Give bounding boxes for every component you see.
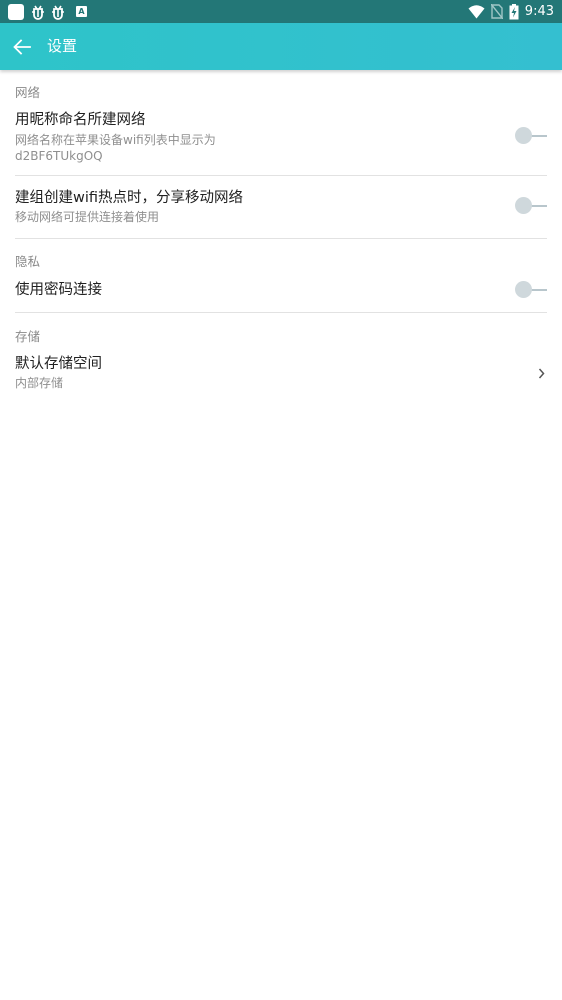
share-mobile-network-toggle[interactable]: [515, 197, 547, 215]
status-bar: A 9:43: [0, 0, 562, 23]
setting-title: 建组创建wifi热点时，分享移动网络: [15, 190, 244, 206]
setting-default-storage[interactable]: 默认存储空间 内部存储: [15, 354, 547, 394]
setting-title: 使用密码连接: [15, 282, 102, 298]
password-connect-toggle[interactable]: [515, 281, 547, 299]
setting-subtitle: 内部存储: [15, 376, 64, 390]
system-icons: 9:43: [462, 2, 554, 21]
app-bar: 设置: [0, 23, 562, 70]
divider: [15, 175, 547, 176]
arrow-left-icon: [13, 39, 31, 55]
divider: [15, 238, 547, 239]
setting-nickname-network[interactable]: 用昵称命名所建网络 网络名称在苹果设备wifi列表中显示为 d2BF6TUkgO…: [15, 110, 547, 172]
toggle-thumb: [515, 281, 532, 298]
back-button[interactable]: [10, 35, 34, 59]
section-header-storage: 存储: [15, 329, 41, 344]
divider: [15, 312, 547, 313]
setting-title: 默认存储空间: [15, 356, 102, 372]
setting-title: 用昵称命名所建网络: [15, 112, 146, 128]
bug-icon: [50, 4, 66, 20]
app-icon: [8, 3, 24, 20]
bug-icon: [30, 4, 46, 20]
toggle-thumb: [515, 127, 532, 144]
a-icon: A: [76, 6, 87, 17]
setting-subtitle: 移动网络可提供连接着使用: [15, 210, 160, 224]
page-title: 设置: [47, 37, 78, 55]
nickname-network-toggle[interactable]: [515, 127, 547, 145]
chevron-right-icon: [535, 365, 547, 381]
setting-share-mobile-network[interactable]: 建组创建wifi热点时，分享移动网络 移动网络可提供连接着使用: [15, 188, 547, 232]
wifi-icon: [468, 4, 485, 19]
section-header-privacy: 隐私: [15, 254, 41, 269]
setting-subtitle-ssid: d2BF6TUkgOQ: [15, 149, 103, 163]
status-time: 9:43: [524, 4, 554, 19]
notification-area: A: [8, 3, 87, 20]
battery-charging-icon: [509, 3, 519, 20]
toggle-thumb: [515, 197, 532, 214]
section-header-network: 网络: [15, 85, 41, 100]
setting-password-connect[interactable]: 使用密码连接: [15, 280, 547, 304]
no-sim-icon: [490, 4, 503, 19]
setting-subtitle: 网络名称在苹果设备wifi列表中显示为: [15, 133, 216, 147]
